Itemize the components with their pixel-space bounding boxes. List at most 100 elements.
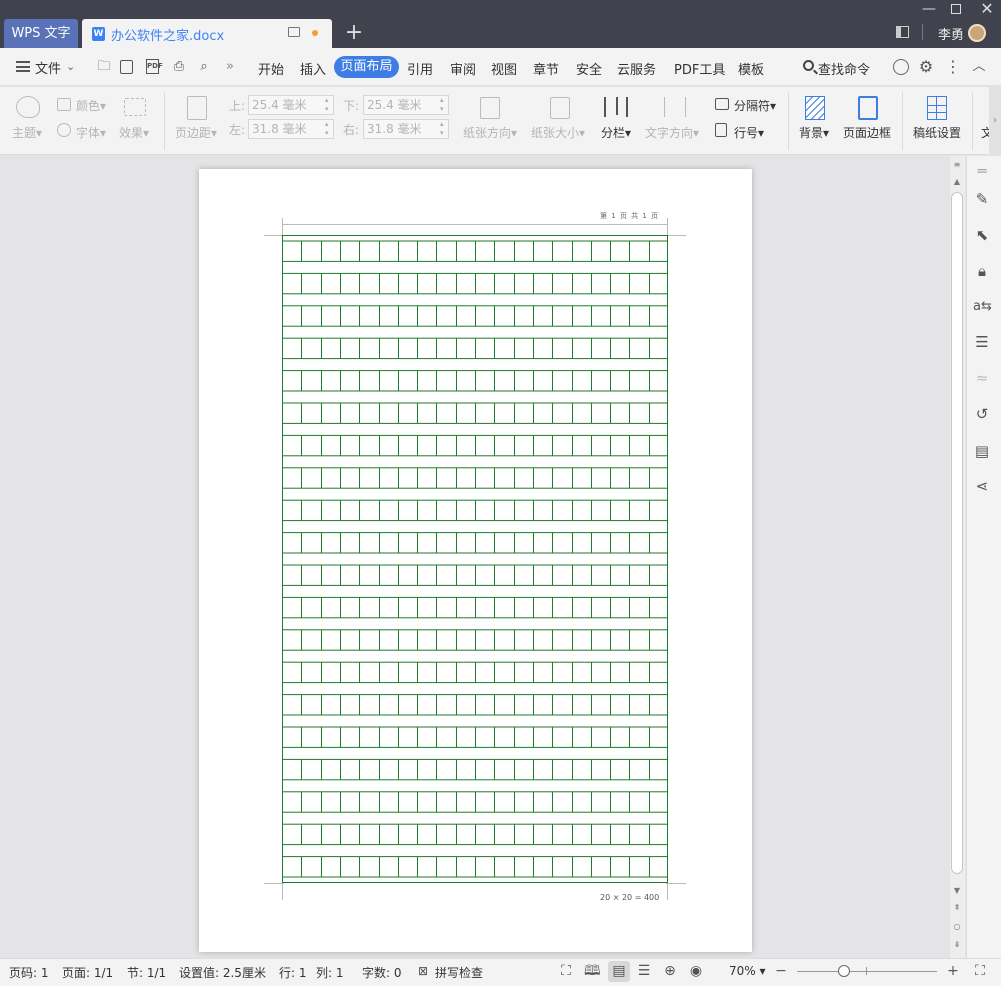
history-icon[interactable]: ↺ [973, 405, 991, 423]
effect-button[interactable]: 效果▾ [119, 124, 149, 141]
orientation-icon[interactable] [480, 97, 500, 119]
lock-icon[interactable]: 🔒︎ [973, 262, 991, 280]
previous-page-icon[interactable]: ⇞ [952, 903, 962, 913]
outline-view-icon[interactable]: ☰ [636, 963, 652, 979]
file-menu[interactable]: 文件 [35, 58, 61, 77]
manuscript-settings-button[interactable]: 稿纸设置 [913, 124, 961, 141]
effect-icon[interactable] [124, 98, 146, 116]
font-theme-icon[interactable] [57, 123, 71, 137]
document-stats-icon[interactable]: ▤ [973, 442, 991, 460]
tab-chapter[interactable]: 章节 [533, 59, 559, 78]
text-direction-button[interactable]: 文字方向▾ [645, 124, 699, 141]
margins-button[interactable]: 页边距▾ [175, 124, 217, 141]
export-pdf-icon[interactable]: PDF [146, 59, 163, 74]
background-icon[interactable] [805, 96, 825, 120]
zoom-slider-thumb[interactable] [838, 965, 850, 977]
close-button[interactable]: ✕ [978, 0, 996, 18]
new-tab-button[interactable]: + [344, 20, 364, 46]
tab-page-layout[interactable]: 页面布局 [334, 56, 399, 78]
theme-button[interactable]: 主题▾ [12, 124, 42, 141]
print-icon[interactable]: ⎙ [171, 59, 187, 75]
next-page-icon[interactable]: ⇟ [952, 940, 962, 950]
avatar[interactable] [968, 24, 986, 42]
color-icon[interactable] [57, 98, 71, 111]
tab-pdf-tools[interactable]: PDF工具 [674, 59, 725, 78]
reading-view-icon[interactable]: 🕮︎ [584, 963, 601, 979]
layout-split-icon[interactable] [896, 26, 909, 38]
chat-bubble-icon[interactable] [893, 59, 909, 75]
top-margin-input[interactable]: 25.4 毫米 [248, 95, 334, 115]
status-setting-value[interactable]: 设置值: 2.5厘米 [179, 964, 266, 981]
bottom-margin-input[interactable]: 25.4 毫米 [363, 95, 449, 115]
columns-button[interactable]: 分栏▾ [601, 124, 631, 141]
print-preview-icon[interactable]: ⌕ [196, 59, 212, 75]
gear-icon[interactable]: ⚙ [918, 59, 934, 75]
paper-size-icon[interactable] [550, 97, 570, 119]
scroll-grip-icon[interactable]: ≡ [952, 160, 962, 170]
collapse-ribbon-icon[interactable]: ︿ [971, 59, 987, 75]
chevron-down-icon[interactable]: ⌄ [66, 60, 75, 73]
ribbon-scroll-right-icon[interactable]: › [989, 87, 1001, 155]
tab-home[interactable]: 开始 [258, 59, 284, 78]
adjust-icon[interactable]: ≈ [973, 369, 991, 387]
fit-window-icon[interactable]: ⛶ [972, 963, 988, 979]
tab-review[interactable]: 审阅 [450, 59, 476, 78]
outline-icon[interactable]: ☰ [973, 333, 991, 351]
hamburger-menu-icon[interactable] [16, 61, 30, 72]
font-theme-button[interactable]: 字体▾ [76, 124, 106, 141]
zoom-in-icon[interactable]: + [945, 963, 961, 979]
fullscreen-icon[interactable]: ⛶ [558, 963, 574, 979]
select-browse-object-icon[interactable]: ○ [952, 922, 962, 932]
translate-icon[interactable]: a⇆ [973, 298, 992, 316]
status-page-number[interactable]: 页码: 1 [9, 964, 49, 981]
document-tab[interactable]: W 办公软件之家.docx [82, 19, 332, 48]
scrollbar-thumb[interactable] [951, 192, 963, 874]
spell-check-icon[interactable]: ⊠ [415, 963, 431, 979]
zoom-out-icon[interactable]: − [773, 963, 789, 979]
background-button[interactable]: 背景▾ [799, 124, 829, 141]
page-border-button[interactable]: 页面边框 [843, 124, 891, 141]
search-command[interactable]: 查找命令 [818, 59, 870, 78]
open-folder-icon[interactable]: 🗀 [96, 59, 112, 75]
search-icon[interactable] [803, 60, 814, 71]
more-vertical-icon[interactable]: ⋮ [945, 59, 961, 75]
screen-icon[interactable] [288, 27, 300, 37]
cursor-select-icon[interactable]: ⬉ [973, 226, 991, 244]
web-view-icon[interactable]: ⊕ [662, 963, 678, 979]
breaks-button[interactable]: 分隔符▾ [734, 97, 776, 114]
status-row[interactable]: 行: 1 [279, 964, 307, 981]
paper-size-button[interactable]: 纸张大小▾ [531, 124, 585, 141]
tab-references[interactable]: 引用 [407, 59, 433, 78]
scroll-up-icon[interactable]: ▲ [952, 177, 962, 187]
text-direction-icon[interactable] [664, 97, 686, 117]
manuscript-grid[interactable] [282, 235, 668, 883]
manuscript-icon[interactable] [927, 96, 947, 120]
page-view-icon[interactable]: ▤ [611, 963, 627, 979]
zoom-level[interactable]: 70% ▾ [729, 964, 766, 978]
tab-insert[interactable]: 插入 [300, 59, 326, 78]
left-margin-input[interactable]: 31.8 毫米 [248, 119, 334, 139]
eye-protection-icon[interactable]: ◉ [688, 963, 704, 979]
line-numbers-icon[interactable] [715, 123, 727, 137]
line-numbers-button[interactable]: 行号▾ [734, 124, 764, 141]
maximize-button[interactable] [951, 4, 961, 14]
tab-cloud[interactable]: 云服务 [617, 59, 656, 78]
status-column[interactable]: 列: 1 [316, 964, 344, 981]
theme-palette-icon[interactable] [16, 96, 40, 118]
color-button[interactable]: 颜色▾ [76, 97, 106, 114]
tab-templates[interactable]: 模板 [738, 59, 764, 78]
columns-icon[interactable] [604, 97, 628, 117]
app-tab[interactable]: WPS 文字 [4, 19, 78, 48]
more-chevron-icon[interactable]: » [222, 59, 238, 75]
margins-icon[interactable] [187, 96, 207, 120]
status-pages[interactable]: 页面: 1/1 [62, 964, 113, 981]
status-word-count[interactable]: 字数: 0 [362, 964, 402, 981]
page-border-icon[interactable] [858, 96, 878, 120]
tab-security[interactable]: 安全 [576, 59, 602, 78]
pen-icon[interactable]: ✎ [973, 190, 991, 208]
status-section[interactable]: 节: 1/1 [127, 964, 166, 981]
scroll-down-icon[interactable]: ▼ [952, 886, 962, 896]
tab-view[interactable]: 视图 [491, 59, 517, 78]
breaks-icon[interactable] [715, 98, 729, 110]
share-icon[interactable]: ⋖ [973, 477, 991, 495]
